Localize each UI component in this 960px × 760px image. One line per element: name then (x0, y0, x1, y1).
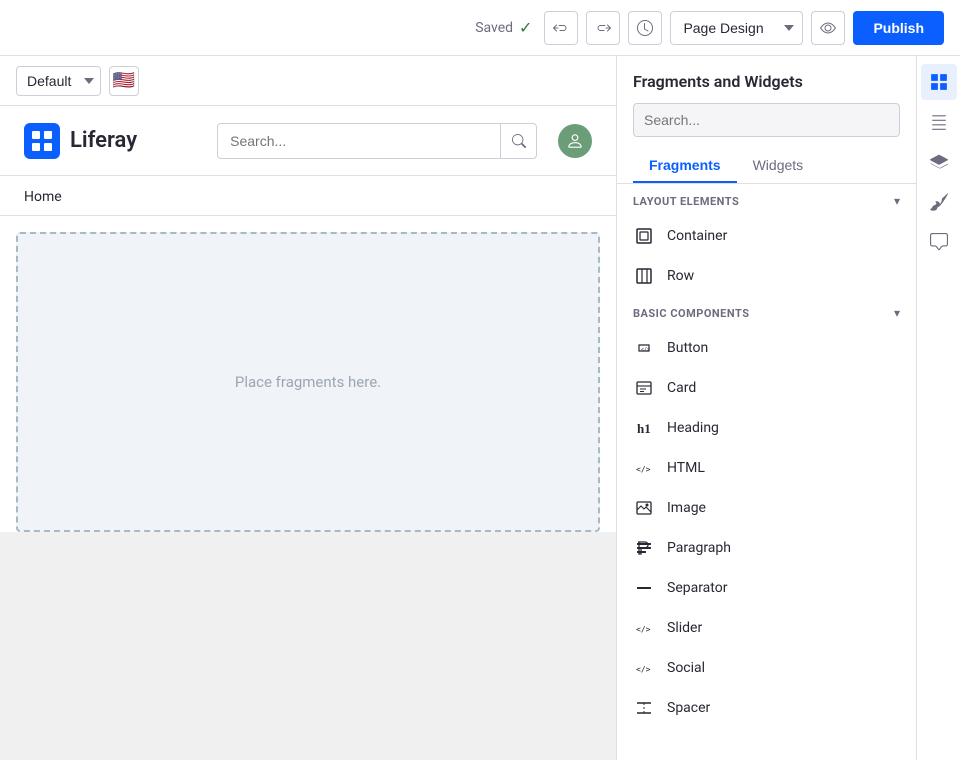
side-icon-list[interactable] (921, 104, 957, 140)
slider-icon: </> (633, 617, 655, 639)
page-canvas: Liferay Home Place fragments here. (0, 106, 616, 532)
svg-text:</>: </> (636, 665, 651, 674)
site-search-input[interactable] (218, 133, 500, 149)
history-button[interactable] (628, 11, 662, 45)
layout-elements-label: LAYOUT ELEMENTS (633, 195, 739, 208)
fragment-label-heading: Heading (667, 420, 719, 436)
paragraph-icon (633, 537, 655, 559)
fragment-item-social[interactable]: </> Social (617, 648, 916, 688)
page-nav: Home (0, 176, 616, 216)
fragment-item-html[interactable]: </> HTML (617, 448, 916, 488)
side-icon-brush[interactable] (921, 184, 957, 220)
undo-button[interactable] (544, 11, 578, 45)
canvas-toolbar: Default Custom 🇺🇸 (0, 56, 616, 106)
fragment-label-social: Social (667, 660, 705, 676)
separator-icon (633, 577, 655, 599)
fragment-label-spacer: Spacer (667, 700, 710, 716)
user-avatar[interactable] (558, 124, 592, 158)
saved-label: Saved (475, 20, 513, 36)
panel-content: LAYOUT ELEMENTS ▾ Container (617, 184, 916, 760)
fragment-item-image[interactable]: Image (617, 488, 916, 528)
redo-button[interactable] (586, 11, 620, 45)
spacer-icon (633, 697, 655, 719)
publish-button[interactable]: Publish (853, 11, 944, 45)
button-icon: </> (633, 337, 655, 359)
html-icon: </> (633, 457, 655, 479)
fragment-label-image: Image (667, 500, 706, 516)
tab-fragments[interactable]: Fragments (633, 149, 737, 183)
row-icon (633, 265, 655, 287)
site-search[interactable] (217, 123, 537, 159)
basic-components-section-header[interactable]: BASIC COMPONENTS ▾ (617, 296, 916, 328)
drop-zone-text: Place fragments here. (235, 373, 381, 391)
image-icon (633, 497, 655, 519)
main-layout: Default Custom 🇺🇸 Li (0, 56, 960, 760)
social-icon: </> (633, 657, 655, 679)
fragment-label-button: Button (667, 340, 708, 356)
drop-zone[interactable]: Place fragments here. (16, 232, 600, 532)
fragment-item-slider[interactable]: </> Slider (617, 608, 916, 648)
svg-text:h1: h1 (637, 421, 651, 436)
panel-header: Fragments and Widgets Fragments Widgets (617, 56, 916, 184)
top-toolbar: Saved ✓ Page Design Master Design Publis… (0, 0, 960, 56)
default-select[interactable]: Default Custom (16, 66, 101, 96)
basic-components-chevron-icon: ▾ (894, 306, 900, 320)
site-search-button[interactable] (500, 123, 536, 159)
fragment-label-html: HTML (667, 460, 705, 476)
fragment-label-card: Card (667, 380, 696, 396)
svg-text:</>: </> (636, 625, 651, 634)
heading-icon: h1 (633, 417, 655, 439)
layout-chevron-icon: ▾ (894, 194, 900, 208)
side-icon-bar (916, 56, 960, 760)
fragment-label-separator: Separator (667, 580, 727, 596)
fragment-item-paragraph[interactable]: Paragraph (617, 528, 916, 568)
fragment-item-button[interactable]: </> Button (617, 328, 916, 368)
panel-title: Fragments and Widgets (633, 72, 900, 91)
site-header: Liferay (0, 106, 616, 176)
fragment-item-card[interactable]: Card (617, 368, 916, 408)
fragment-item-separator[interactable]: Separator (617, 568, 916, 608)
fragment-item-container[interactable]: Container (617, 216, 916, 256)
language-flag-button[interactable]: 🇺🇸 (109, 66, 139, 96)
basic-components-label: BASIC COMPONENTS (633, 307, 749, 320)
logo-text: Liferay (70, 128, 137, 153)
page-design-select[interactable]: Page Design Master Design (670, 11, 803, 45)
fragment-item-spacer[interactable]: Spacer (617, 688, 916, 728)
fragment-item-heading[interactable]: h1 Heading (617, 408, 916, 448)
tab-widgets[interactable]: Widgets (737, 149, 820, 183)
canvas-area: Default Custom 🇺🇸 Li (0, 56, 616, 760)
panel-tabs: Fragments Widgets (633, 149, 900, 183)
check-icon: ✓ (519, 18, 532, 37)
card-icon (633, 377, 655, 399)
site-logo: Liferay (24, 123, 137, 159)
saved-status: Saved ✓ (475, 18, 532, 37)
svg-text:</>: </> (641, 347, 650, 353)
panel-search-input[interactable] (634, 112, 899, 128)
svg-text:</>: </> (636, 465, 651, 474)
logo-icon (24, 123, 60, 159)
panel-search[interactable] (633, 103, 900, 137)
side-icon-grid[interactable] (921, 64, 957, 100)
fragment-label-paragraph: Paragraph (667, 540, 731, 556)
fragment-label-slider: Slider (667, 620, 702, 636)
side-icon-layers[interactable] (921, 144, 957, 180)
fragment-label-container: Container (667, 228, 727, 244)
container-icon (633, 225, 655, 247)
nav-home-link[interactable]: Home (24, 189, 62, 205)
right-panel: Fragments and Widgets Fragments Widgets … (616, 56, 916, 760)
fragment-item-row[interactable]: Row (617, 256, 916, 296)
side-icon-comment[interactable] (921, 224, 957, 260)
preview-button[interactable] (811, 11, 845, 45)
layout-elements-section-header[interactable]: LAYOUT ELEMENTS ▾ (617, 184, 916, 216)
fragment-label-row: Row (667, 268, 694, 284)
